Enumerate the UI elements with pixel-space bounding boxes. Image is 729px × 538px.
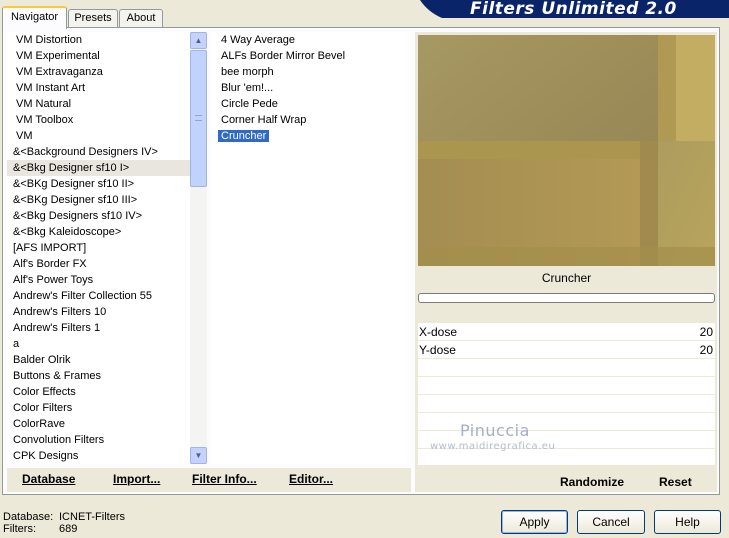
category-item[interactable]: VM Natural [7,96,207,112]
category-item[interactable]: Alf's Power Toys [7,272,207,288]
preview-toolbar: Randomize Reset [415,468,717,492]
database-value: ICNET-Filters [59,511,125,523]
tab-presets[interactable]: Presets [68,9,118,28]
category-item[interactable]: VM [7,128,207,144]
category-item[interactable]: &<Bkg Kaleidoscope> [7,224,207,240]
category-item[interactable]: VM Distortion [7,32,207,48]
param-row-empty [418,359,715,377]
filter-preview-image [418,35,715,266]
category-item[interactable]: Andrew's Filters 1 [7,320,207,336]
category-item[interactable]: Buttons & Frames [7,368,207,384]
filter-item[interactable]: 4 Way Average [211,32,411,48]
tab-about[interactable]: About [119,9,163,28]
watermark-url: www.maidiregrafica.eu [430,441,556,452]
category-item[interactable]: &<BKg Designer sf10 II> [7,176,207,192]
scroll-thumb[interactable] [190,50,207,187]
param-value[interactable]: 20 [700,341,713,359]
watermark-name: Pinuccia [460,421,530,440]
param-name: X-dose [419,325,458,339]
filter-item-label: Cruncher [218,130,270,142]
filter-item-label: ALFs Border Mirror Bevel [221,50,346,62]
list-toolbar: Database Import... Filter Info... Editor… [7,468,411,492]
preview-filter-name: Cruncher [418,268,715,288]
category-item[interactable]: VM Experimental [7,48,207,64]
category-item[interactable]: Convolution Filters [7,432,207,448]
category-item[interactable]: &<Bkg Designer sf10 I> [7,160,207,176]
filter-item-label: Blur 'em!... [221,82,274,94]
param-row-empty [418,377,715,395]
parameter-list: X-dose 20 Y-dose 20 Pinuccia www.maidire… [418,323,715,465]
category-list[interactable]: VM Distortion VM Experimental VM Extravaga… [7,32,207,464]
category-item[interactable]: CPK Designs [7,448,207,464]
category-item[interactable]: Andrew's Filter Collection 55 [7,288,207,304]
filter-item[interactable]: bee morph [211,64,411,80]
preview-area: Cruncher X-dose 20 Y-dose 20 Pinuccia ww… [415,32,717,492]
help-button[interactable]: Help [654,510,721,534]
category-item[interactable]: VM Extravaganza [7,64,207,80]
category-item[interactable]: &<Background Designers IV> [7,144,207,160]
filter-item-label: Corner Half Wrap [221,114,307,126]
apply-button[interactable]: Apply [501,510,568,534]
filter-item[interactable]: Corner Half Wrap [211,112,411,128]
reset-button[interactable]: Reset [659,475,692,489]
category-item[interactable]: VM Instant Art [7,80,207,96]
cancel-button[interactable]: Cancel [577,510,645,534]
scroll-down-button[interactable]: ▼ [190,447,207,464]
filter-info-button[interactable]: Filter Info... [192,472,257,486]
tab-navigator[interactable]: Navigator [2,6,67,29]
category-item[interactable]: Alf's Border FX [7,256,207,272]
filters-label: Filters: [3,523,36,535]
param-row-x-dose[interactable]: X-dose 20 [418,323,715,341]
filter-item-label: bee morph [221,66,274,78]
filter-item[interactable]: Cruncher [211,128,411,144]
category-item[interactable]: Andrew's Filters 10 [7,304,207,320]
database-button[interactable]: Database [22,472,75,486]
param-name: Y-dose [419,343,456,357]
database-label: Database: [3,511,54,523]
category-item[interactable]: [AFS IMPORT] [7,240,207,256]
import-button[interactable]: Import... [113,472,160,486]
filters-count: 689 [59,523,78,535]
category-item[interactable]: VM Toolbox [7,112,207,128]
randomize-button[interactable]: Randomize [560,475,624,489]
filter-item[interactable]: ALFs Border Mirror Bevel [211,48,411,64]
category-item[interactable]: Balder Olrik [7,352,207,368]
editor-button[interactable]: Editor... [289,472,333,486]
filter-item[interactable]: Circle Pede [211,96,411,112]
category-item[interactable]: ColorRave [7,416,207,432]
filter-item-label: 4 Way Average [221,34,295,46]
filter-items: 4 Way Average ALFs Border Mirror Bevel bee… [211,32,411,144]
category-item[interactable]: &<Bkg Designers sf10 IV> [7,208,207,224]
filter-item-label: Circle Pede [221,98,278,110]
category-item[interactable]: &<BKg Designer sf10 III> [7,192,207,208]
filter-list[interactable]: 4 Way Average ALFs Border Mirror Bevel bee… [211,32,411,464]
category-item[interactable]: a [7,336,207,352]
status-info: Database: ICNET-Filters Filters: 689 [3,511,125,535]
category-items: VM Distortion VM Experimental VM Extravaga… [7,32,207,464]
filter-item[interactable]: Blur 'em!... [211,80,411,96]
navigator-panel: VM Distortion VM Experimental VM Extravaga… [2,27,720,495]
param-row-y-dose[interactable]: Y-dose 20 [418,341,715,359]
category-item[interactable]: Color Effects [7,384,207,400]
param-value[interactable]: 20 [700,323,713,341]
grip-icon [195,115,202,121]
param-row-empty [418,395,715,413]
scroll-up-button[interactable]: ▲ [190,32,207,49]
tab-strip: Navigator Presets About [0,6,729,29]
preview-graphic [418,35,715,266]
progress-bar [418,293,715,303]
category-scrollbar[interactable]: ▲ ▼ [190,32,207,464]
category-item[interactable]: Color Filters [7,400,207,416]
